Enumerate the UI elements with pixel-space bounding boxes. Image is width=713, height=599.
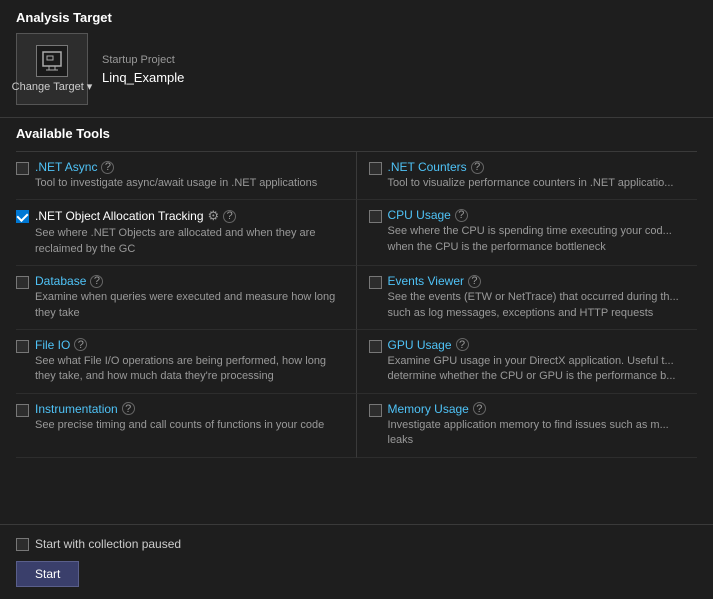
main-container: Analysis Target Change Target ▾ [0,0,713,599]
startup-label: Startup Project [102,54,184,66]
start-button[interactable]: Start [16,561,79,587]
change-target-button[interactable]: Change Target ▾ [16,33,88,105]
tool-desc-memory-usage: Investigate application memory to find i… [388,418,690,449]
tool-item-cpu-usage: CPU Usage ? See where the CPU is spendin… [357,200,698,266]
available-tools-title: Available Tools [16,126,697,141]
tool-desc-gpu-usage: Examine GPU usage in your DirectX applic… [388,354,690,385]
tool-checkbox-instrumentation[interactable] [16,404,29,417]
tools-grid: .NET Async ? Tool to investigate async/a… [16,151,697,458]
target-content: Change Target ▾ Startup Project Linq_Exa… [16,33,697,105]
tool-name-cpu-usage: CPU Usage [388,208,451,222]
tool-name-events-viewer: Events Viewer [388,274,464,288]
tool-item-events-viewer: Events Viewer ? See the events (ETW or N… [357,266,698,330]
tool-checkbox-net-counters[interactable] [369,162,382,175]
startup-info: Startup Project Linq_Example [102,54,184,85]
tool-checkbox-events-viewer[interactable] [369,276,382,289]
collection-paused-label: Start with collection paused [35,537,181,551]
tool-name-net-counters: .NET Counters [388,160,467,174]
tool-name-gpu-usage: GPU Usage [388,338,452,352]
settings-icon-net-object-allocation[interactable]: ⚙ [208,208,220,224]
tool-checkbox-file-io[interactable] [16,340,29,353]
tool-checkbox-net-object-allocation[interactable] [16,210,29,223]
tool-desc-cpu-usage: See where the CPU is spending time execu… [388,224,690,255]
tool-name-file-io: File IO [35,338,70,352]
tool-desc-net-object-allocation: See where .NET Objects are allocated and… [35,226,340,257]
tool-name-net-async: .NET Async [35,160,97,174]
tool-item-file-io: File IO ? See what File I/O operations a… [16,330,357,394]
help-icon-gpu-usage[interactable]: ? [456,338,469,351]
bottom-section: Start with collection paused Start [0,524,713,599]
tool-desc-database: Examine when queries were executed and m… [35,290,340,321]
tool-item-instrumentation: Instrumentation ? See precise timing and… [16,394,357,458]
help-icon-events-viewer[interactable]: ? [468,275,481,288]
tool-checkbox-memory-usage[interactable] [369,404,382,417]
startup-project-name: Linq_Example [102,70,184,85]
tool-item-database: Database ? Examine when queries were exe… [16,266,357,330]
available-tools-section: Available Tools .NET Async ? Tool to inv… [0,118,713,524]
analysis-target-section: Analysis Target Change Target ▾ [0,0,713,118]
help-icon-net-async[interactable]: ? [101,161,114,174]
tool-item-net-async: .NET Async ? Tool to investigate async/a… [16,152,357,200]
help-icon-net-counters[interactable]: ? [471,161,484,174]
tool-desc-net-async: Tool to investigate async/await usage in… [35,176,340,191]
help-icon-memory-usage[interactable]: ? [473,402,486,415]
analysis-target-title: Analysis Target [16,10,697,25]
tool-item-gpu-usage: GPU Usage ? Examine GPU usage in your Di… [357,330,698,394]
change-target-label: Change Target ▾ [12,80,93,93]
tool-name-memory-usage: Memory Usage [388,402,469,416]
tool-desc-instrumentation: See precise timing and call counts of fu… [35,418,340,433]
tool-item-memory-usage: Memory Usage ? Investigate application m… [357,394,698,458]
help-icon-file-io[interactable]: ? [74,338,87,351]
help-icon-cpu-usage[interactable]: ? [455,209,468,222]
collection-paused-row: Start with collection paused [16,537,697,551]
help-icon-instrumentation[interactable]: ? [122,402,135,415]
tool-desc-file-io: See what File I/O operations are being p… [35,354,340,385]
collection-paused-checkbox[interactable] [16,538,29,551]
tool-desc-net-counters: Tool to visualize performance counters i… [388,176,690,191]
tool-name-net-object-allocation: .NET Object Allocation Tracking [35,209,204,223]
help-icon-database[interactable]: ? [90,275,103,288]
tool-checkbox-database[interactable] [16,276,29,289]
tool-item-net-counters: .NET Counters ? Tool to visualize perfor… [357,152,698,200]
tool-name-database: Database [35,274,86,288]
tool-checkbox-net-async[interactable] [16,162,29,175]
tool-checkbox-cpu-usage[interactable] [369,210,382,223]
project-icon [36,45,68,77]
tool-item-net-object-allocation: .NET Object Allocation Tracking ⚙ ? See … [16,200,357,266]
help-icon-net-object-allocation[interactable]: ? [223,210,236,223]
tool-checkbox-gpu-usage[interactable] [369,340,382,353]
tool-name-instrumentation: Instrumentation [35,402,118,416]
tool-desc-events-viewer: See the events (ETW or NetTrace) that oc… [388,290,690,321]
